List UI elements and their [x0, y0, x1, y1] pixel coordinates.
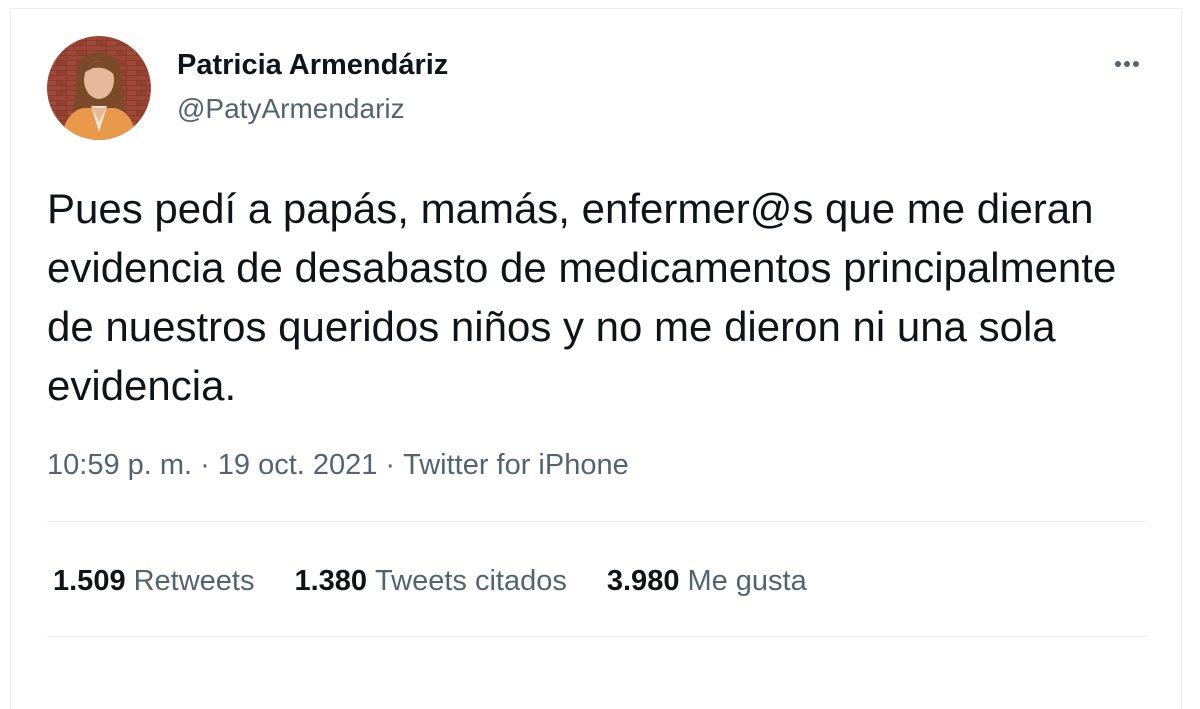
engagement-stats: 1.509 Retweets 1.380 Tweets citados 3.980 M… — [53, 565, 807, 598]
likes-count: 3.980 — [606, 565, 680, 597]
more-horizontal-icon — [1115, 61, 1139, 67]
more-options-button[interactable] — [1107, 49, 1147, 79]
author-handle[interactable]: @PatyArmendariz — [177, 93, 405, 125]
retweets-label: Retweets — [133, 565, 255, 597]
quote-tweets-label: Tweets citados — [375, 565, 567, 597]
tweet-date[interactable]: 19 oct. 2021 — [218, 449, 378, 481]
avatar[interactable] — [47, 36, 151, 140]
avatar-photo — [47, 36, 151, 140]
meta-separator: · — [385, 449, 396, 481]
retweets-count: 1.509 — [53, 565, 126, 597]
likes-stat[interactable]: 3.980 Me gusta — [607, 565, 807, 598]
meta-separator: · — [200, 449, 210, 481]
tweet-card: Patricia Armendáriz @PatyArmendariz Pues… — [10, 8, 1182, 709]
tweet-meta: 10:59 p. m. · 19 oct. 2021 · Twitter for iPh… — [47, 449, 629, 482]
likes-label: Me gusta — [687, 565, 807, 597]
tweet-source[interactable]: Twitter for iPhone — [403, 449, 629, 481]
divider — [47, 521, 1147, 522]
retweets-stat[interactable]: 1.509 Retweets — [53, 565, 254, 598]
divider — [47, 636, 1147, 637]
quote-tweets-count: 1.380 — [294, 565, 368, 597]
quote-tweets-stat[interactable]: 1.380 Tweets citados — [294, 565, 566, 598]
tweet-time[interactable]: 10:59 p. m. — [47, 449, 192, 481]
author-name[interactable]: Patricia Armendáriz — [177, 49, 448, 82]
tweet-text: Pues pedí a papás, mamás, enfermer@s que… — [47, 185, 1117, 409]
